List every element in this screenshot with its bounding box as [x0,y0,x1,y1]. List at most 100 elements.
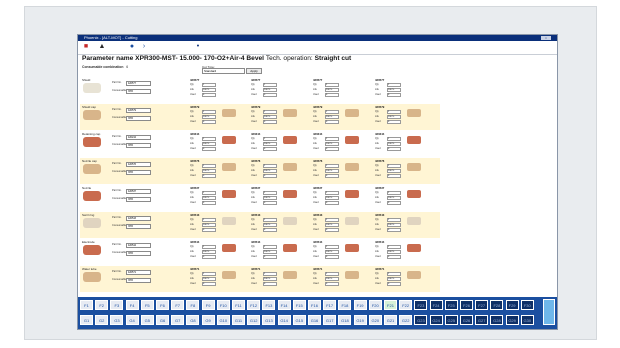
function-key-button[interactable]: G22 [399,315,413,325]
cell-value[interactable]: 1 [325,191,339,195]
cell-value[interactable]: 0 [325,255,339,259]
field-input[interactable]: 420576 [126,162,151,167]
cell-value[interactable]: 100 % [202,115,216,119]
cell-value[interactable]: 100 % [387,277,401,281]
cell-value[interactable]: 100 % [263,196,277,200]
function-key-button[interactable]: F5 [140,300,154,310]
cell-value[interactable]: 1 [325,245,339,249]
function-key-button[interactable]: G6 [156,315,169,325]
consumable-cell[interactable]: 420244 Qty 1 Life 100 % Used 0 [251,132,307,151]
function-key-button[interactable]: G15 [292,315,306,325]
side-panel-button[interactable] [543,299,555,325]
cell-value[interactable]: 1 [325,164,339,168]
cell-value[interactable]: 1 [202,110,216,114]
cell-value[interactable]: 0 [325,228,339,232]
function-key-button[interactable]: G13 [262,315,276,325]
cell-value[interactable]: 1 [263,110,277,114]
function-key-button[interactable]: F30 [520,300,534,310]
function-key-button[interactable]: G8 [186,315,200,325]
cell-value[interactable]: 0 [202,228,216,232]
cell-value[interactable]: 1 [325,218,339,222]
cell-value[interactable]: 100 % [202,196,216,200]
function-key-button[interactable]: F11 [232,300,245,310]
cell-value[interactable]: 100 % [325,250,339,254]
consumable-cell[interactable]: 420537 Qty 1 Life 100 % Used 0 [190,186,246,205]
cell-value[interactable]: 1 [202,218,216,222]
operator-icon[interactable]: ● [128,43,136,51]
function-key-button[interactable]: G30 [520,315,534,325]
function-key-button[interactable]: G4 [125,315,139,325]
field-input[interactable]: 420244 [126,135,151,140]
field-input[interactable]: 420543 [126,216,151,221]
consumable-cell[interactable]: 420544 Qty 1 Life 100 % Used 0 [313,240,369,259]
cell-value[interactable]: 0 [325,120,339,124]
cell-value[interactable]: 100 % [263,169,277,173]
function-key-button[interactable]: G21 [384,315,397,325]
pin-icon[interactable]: • [194,43,202,51]
function-key-button[interactable]: G27 [475,315,489,325]
consumable-cell[interactable]: 420577 Qty 1 Life 100 % Used 0 [313,78,369,97]
consumable-cell[interactable]: 420544 Qty 1 Life 100 % Used 0 [251,240,307,259]
function-key-button[interactable]: G26 [460,315,473,325]
cell-value[interactable]: 0 [202,93,216,97]
cell-value[interactable]: 0 [325,201,339,205]
function-key-button[interactable]: F27 [475,300,489,310]
cell-value[interactable]: 1 [325,110,339,114]
cell-value[interactable]: 0 [387,201,401,205]
function-key-button[interactable]: G2 [95,315,109,325]
function-key-button[interactable]: G14 [277,315,291,325]
arrow-icon[interactable]: › [140,43,148,51]
function-key-button[interactable]: F23 [414,300,428,310]
function-key-button[interactable]: G17 [323,315,337,325]
function-key-button[interactable]: F4 [125,300,139,310]
consumable-cell[interactable]: 420537 Qty 1 Life 100 % Used 0 [251,186,307,205]
cell-value[interactable]: 100 % [325,277,339,281]
cell-value[interactable]: 1 [387,272,401,276]
cell-value[interactable]: 1 [263,137,277,141]
consumable-cell[interactable]: 420571 Qty 1 Life 100 % Used 0 [190,267,246,286]
cell-value[interactable]: 100 % [387,142,401,146]
function-key-button[interactable]: F18 [338,300,352,310]
field-input[interactable]: 420571 [126,270,151,275]
field-input[interactable]: XPR [126,278,151,283]
consumable-cell[interactable]: 420537 Qty 1 Life 100 % Used 0 [375,186,431,205]
function-key-button[interactable]: G5 [140,315,154,325]
cell-value[interactable]: 100 % [387,88,401,92]
function-key-button[interactable]: G23 [414,315,428,325]
cell-value[interactable]: 1 [387,191,401,195]
field-input[interactable]: XPR [126,116,151,121]
function-key-button[interactable]: F10 [216,300,230,310]
cell-value[interactable]: 1 [387,164,401,168]
field-input[interactable]: XPR [126,170,151,175]
cell-value[interactable]: 0 [325,147,339,151]
cell-value[interactable]: 100 % [387,169,401,173]
function-key-button[interactable]: G29 [505,315,519,325]
cell-value[interactable]: 0 [263,174,277,178]
function-key-button[interactable]: G24 [429,315,443,325]
cell-value[interactable]: 100 % [202,169,216,173]
function-key-button[interactable]: F25 [444,300,458,310]
cell-value[interactable]: 0 [263,201,277,205]
cell-value[interactable]: 0 [202,147,216,151]
function-key-button[interactable]: F17 [323,300,337,310]
cell-value[interactable]: 1 [387,218,401,222]
cell-value[interactable]: 0 [387,120,401,124]
cell-value[interactable]: 0 [263,93,277,97]
function-key-button[interactable]: F19 [353,300,367,310]
function-key-button[interactable]: F20 [368,300,382,310]
consumable-cell[interactable]: 420544 Qty 1 Life 100 % Used 0 [375,240,431,259]
cell-value[interactable]: 0 [263,147,277,151]
cell-value[interactable]: 0 [202,282,216,286]
cell-value[interactable]: 1 [387,83,401,87]
cell-value[interactable]: 100 % [387,115,401,119]
function-key-button[interactable]: F21 [384,300,397,310]
cell-value[interactable]: 100 % [263,142,277,146]
cell-value[interactable]: 100 % [325,196,339,200]
cell-value[interactable]: 0 [387,255,401,259]
close-button[interactable]: × [541,36,551,40]
function-key-button[interactable]: F12 [247,300,261,310]
consumable-cell[interactable]: 420579 Qty 1 Life 100 % Used 0 [190,105,246,124]
function-key-button[interactable]: F28 [490,300,504,310]
consumable-cell[interactable]: 420576 Qty 1 Life 100 % Used 0 [375,159,431,178]
consumable-cell[interactable]: 420244 Qty 1 Life 100 % Used 0 [375,132,431,151]
